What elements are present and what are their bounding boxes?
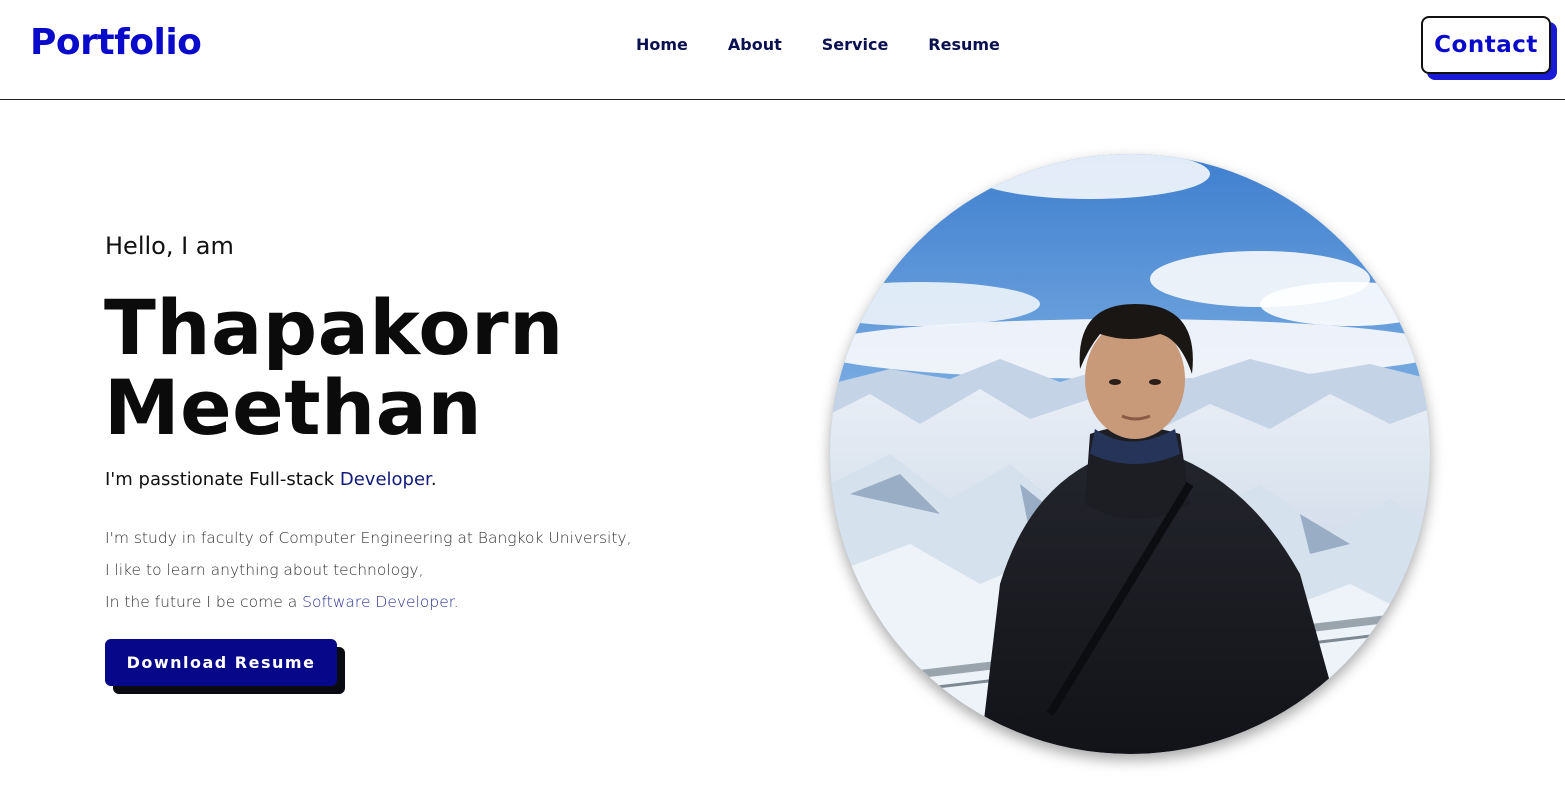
- profile-photo-image: [830, 154, 1430, 754]
- bio-line-3: In the future I be come a Software Devel…: [105, 586, 632, 618]
- download-resume-button[interactable]: Download Resume: [105, 639, 337, 686]
- bio-line-3-accent: Software Developer: [302, 593, 454, 611]
- contact-button[interactable]: Contact: [1421, 16, 1551, 74]
- nav-item-home[interactable]: Home: [636, 35, 688, 54]
- tagline-suffix: .: [430, 469, 437, 490]
- site-header: Portfolio Home About Service Resume Cont…: [0, 0, 1565, 100]
- bio-line-1: I'm study in faculty of Computer Enginee…: [105, 529, 632, 547]
- download-resume-wrapper: Download Resume: [105, 639, 345, 695]
- tagline-accent: Developer: [339, 469, 431, 490]
- bio-line-3-suffix: .: [453, 593, 459, 611]
- page: Portfolio Home About Service Resume Cont…: [0, 0, 1565, 807]
- bio-line-2: I like to learn anything about technolog…: [105, 561, 424, 579]
- tagline-prefix: I'm passtionate Full-stack: [105, 469, 340, 490]
- main-nav: Home About Service Resume: [636, 35, 1040, 54]
- nav-item-service[interactable]: Service: [822, 35, 889, 54]
- greeting: Hello, I am: [105, 232, 234, 260]
- profile-photo: [830, 154, 1430, 754]
- first-name: Thapakorn: [104, 283, 564, 372]
- bio: I'm study in faculty of Computer Enginee…: [105, 522, 632, 618]
- hero-name: Thapakorn Meethan: [104, 288, 564, 448]
- bio-line-3-prefix: In the future I be come a: [105, 593, 303, 611]
- last-name: Meethan: [104, 363, 483, 452]
- logo[interactable]: Portfolio: [30, 22, 202, 63]
- nav-item-resume[interactable]: Resume: [928, 35, 1000, 54]
- tagline: I'm passtionate Full-stack Developer.: [105, 469, 437, 490]
- nav-item-about[interactable]: About: [728, 35, 782, 54]
